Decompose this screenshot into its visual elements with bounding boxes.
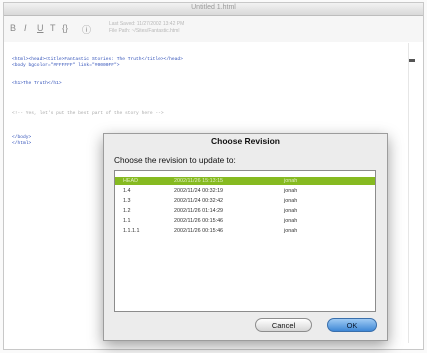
revision-list[interactable]: HEAD 2002/11/26 15:13:15 jonah 1.4 2002/… bbox=[114, 170, 376, 312]
revision-date: 2002/11/26 00:15:46 bbox=[174, 228, 224, 234]
revision-row[interactable]: 1.2 2002/11/26 01:14:29 jonah bbox=[115, 207, 375, 215]
scrollbar[interactable] bbox=[408, 43, 409, 343]
choose-revision-dialog: Choose Revision Choose the revision to u… bbox=[103, 133, 388, 341]
revision-date: 2002/11/24 00:32:42 bbox=[174, 198, 224, 204]
bold-button[interactable]: B bbox=[10, 23, 16, 33]
revision-author: jonah bbox=[284, 188, 298, 194]
code-line: </html> bbox=[12, 141, 32, 146]
revision-author: jonah bbox=[284, 208, 298, 214]
revision-row[interactable]: 1.1 2002/11/26 00:15:46 jonah bbox=[115, 217, 375, 225]
text-style-button[interactable]: T bbox=[50, 23, 56, 33]
dialog-prompt: Choose the revision to update to: bbox=[114, 155, 236, 165]
info-icon: ⓘ bbox=[82, 25, 92, 35]
file-path-text: File Path: ~/Sites/Fantastic.html bbox=[109, 28, 180, 34]
revision-date: 2002/11/24 00:32:19 bbox=[174, 188, 224, 194]
ok-button[interactable]: OK bbox=[327, 318, 377, 332]
revision-row[interactable]: 1.3 2002/11/24 00:32:42 jonah bbox=[115, 197, 375, 205]
revision-author: jonah bbox=[284, 218, 298, 224]
revision-number: 1.2 bbox=[123, 208, 131, 214]
dialog-title: Choose Revision bbox=[211, 136, 280, 146]
revision-number: 1.4 bbox=[123, 188, 131, 194]
revision-number: 1.3 bbox=[123, 198, 131, 204]
revision-row[interactable]: HEAD 2002/11/26 15:13:15 jonah bbox=[115, 177, 375, 185]
last-saved-text: Last Saved: 11/27/2002 13:42 PM bbox=[109, 21, 185, 27]
revision-date: 2002/11/26 15:13:15 bbox=[174, 178, 224, 184]
revision-author: jonah bbox=[284, 198, 298, 204]
file-info: Last Saved: 11/27/2002 13:42 PM File Pat… bbox=[109, 21, 184, 35]
window-title: Untitled 1.html bbox=[191, 4, 236, 11]
cancel-button[interactable]: Cancel bbox=[255, 318, 312, 332]
code-comment: <!-- Yes, let's put the best part of the… bbox=[12, 111, 164, 116]
revision-number: HEAD bbox=[123, 178, 138, 184]
window-titlebar[interactable]: Untitled 1.html bbox=[4, 3, 423, 16]
toolbar: B I U T {} ⓘ Last Saved: 11/27/2002 13:4… bbox=[4, 16, 423, 42]
revision-row[interactable]: 1.4 2002/11/24 00:32:19 jonah bbox=[115, 187, 375, 195]
code-line: <body bgcolor="#FFFFFF" link="#0000FF"> bbox=[12, 63, 120, 68]
italic-button[interactable]: I bbox=[24, 23, 27, 33]
code-line: <h1>The Truth</h1> bbox=[12, 81, 62, 86]
revision-author: jonah bbox=[284, 178, 298, 184]
revision-number: 1.1.1.1 bbox=[123, 228, 140, 234]
revision-author: jonah bbox=[284, 228, 298, 234]
revision-date: 2002/11/26 01:14:29 bbox=[174, 208, 224, 214]
revision-row[interactable]: 1.1.1.1 2002/11/26 00:15:46 jonah bbox=[115, 227, 375, 235]
code-button[interactable]: {} bbox=[62, 23, 68, 33]
revision-number: 1.1 bbox=[123, 218, 131, 224]
scroll-marker bbox=[409, 59, 415, 62]
underline-button[interactable]: U bbox=[37, 23, 44, 33]
revision-date: 2002/11/26 00:15:46 bbox=[174, 218, 224, 224]
